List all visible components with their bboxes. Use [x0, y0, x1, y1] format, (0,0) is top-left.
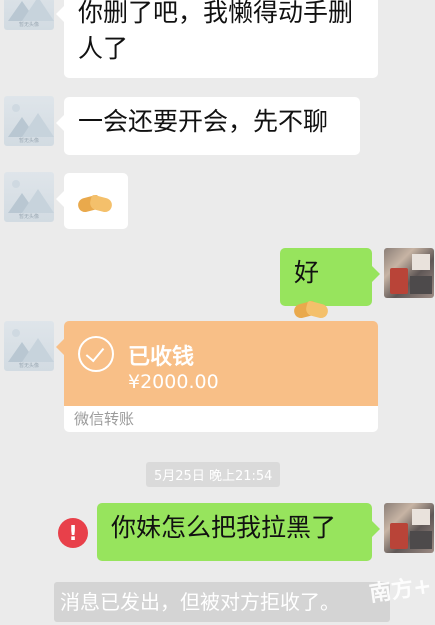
transfer-source: 微信转账 [64, 406, 378, 432]
message-text: 你删了吧，我懒得动手删人了 [78, 0, 354, 63]
message-bubble[interactable]: 一会还要开会，先不聊 [56, 97, 360, 155]
handshake-icon [292, 299, 330, 321]
message-bubble[interactable]: 好 [280, 248, 380, 320]
watermark-logo: 南方+ [367, 573, 433, 608]
message-text: 你妹怎么把我拉黑了 [111, 513, 337, 542]
transfer-header: 已收钱 ¥2000.00 [64, 321, 378, 406]
transfer-card[interactable]: 已收钱 ¥2000.00 微信转账 [64, 321, 378, 432]
handshake-icon [76, 193, 114, 215]
contact-avatar[interactable]: 暂无头像 [4, 172, 54, 222]
message-bubble[interactable]: 你删了吧，我懒得动手删人了 [56, 0, 378, 78]
timestamp: 5月25日 晚上21:54 [146, 462, 281, 487]
message-text: 好 [294, 258, 320, 287]
my-avatar[interactable] [384, 248, 434, 298]
message-bubble[interactable] [56, 173, 128, 229]
transfer-status: 已收钱 [128, 345, 195, 370]
transfer-amount: ¥2000.00 [128, 371, 219, 393]
message-bubble[interactable]: 你妹怎么把我拉黑了 [97, 503, 380, 561]
transfer-pointer [56, 339, 64, 355]
contact-avatar[interactable]: 暂无头像 [4, 96, 54, 146]
my-avatar[interactable] [384, 503, 434, 553]
contact-avatar[interactable]: 暂无头像 [4, 0, 54, 30]
check-circle-icon [78, 336, 114, 372]
system-notice: 消息已发出，但被对方拒收了。 [54, 582, 390, 622]
contact-avatar[interactable]: 暂无头像 [4, 321, 54, 371]
send-failed-icon[interactable]: ! [58, 518, 88, 548]
message-text: 一会还要开会，先不聊 [78, 107, 329, 136]
